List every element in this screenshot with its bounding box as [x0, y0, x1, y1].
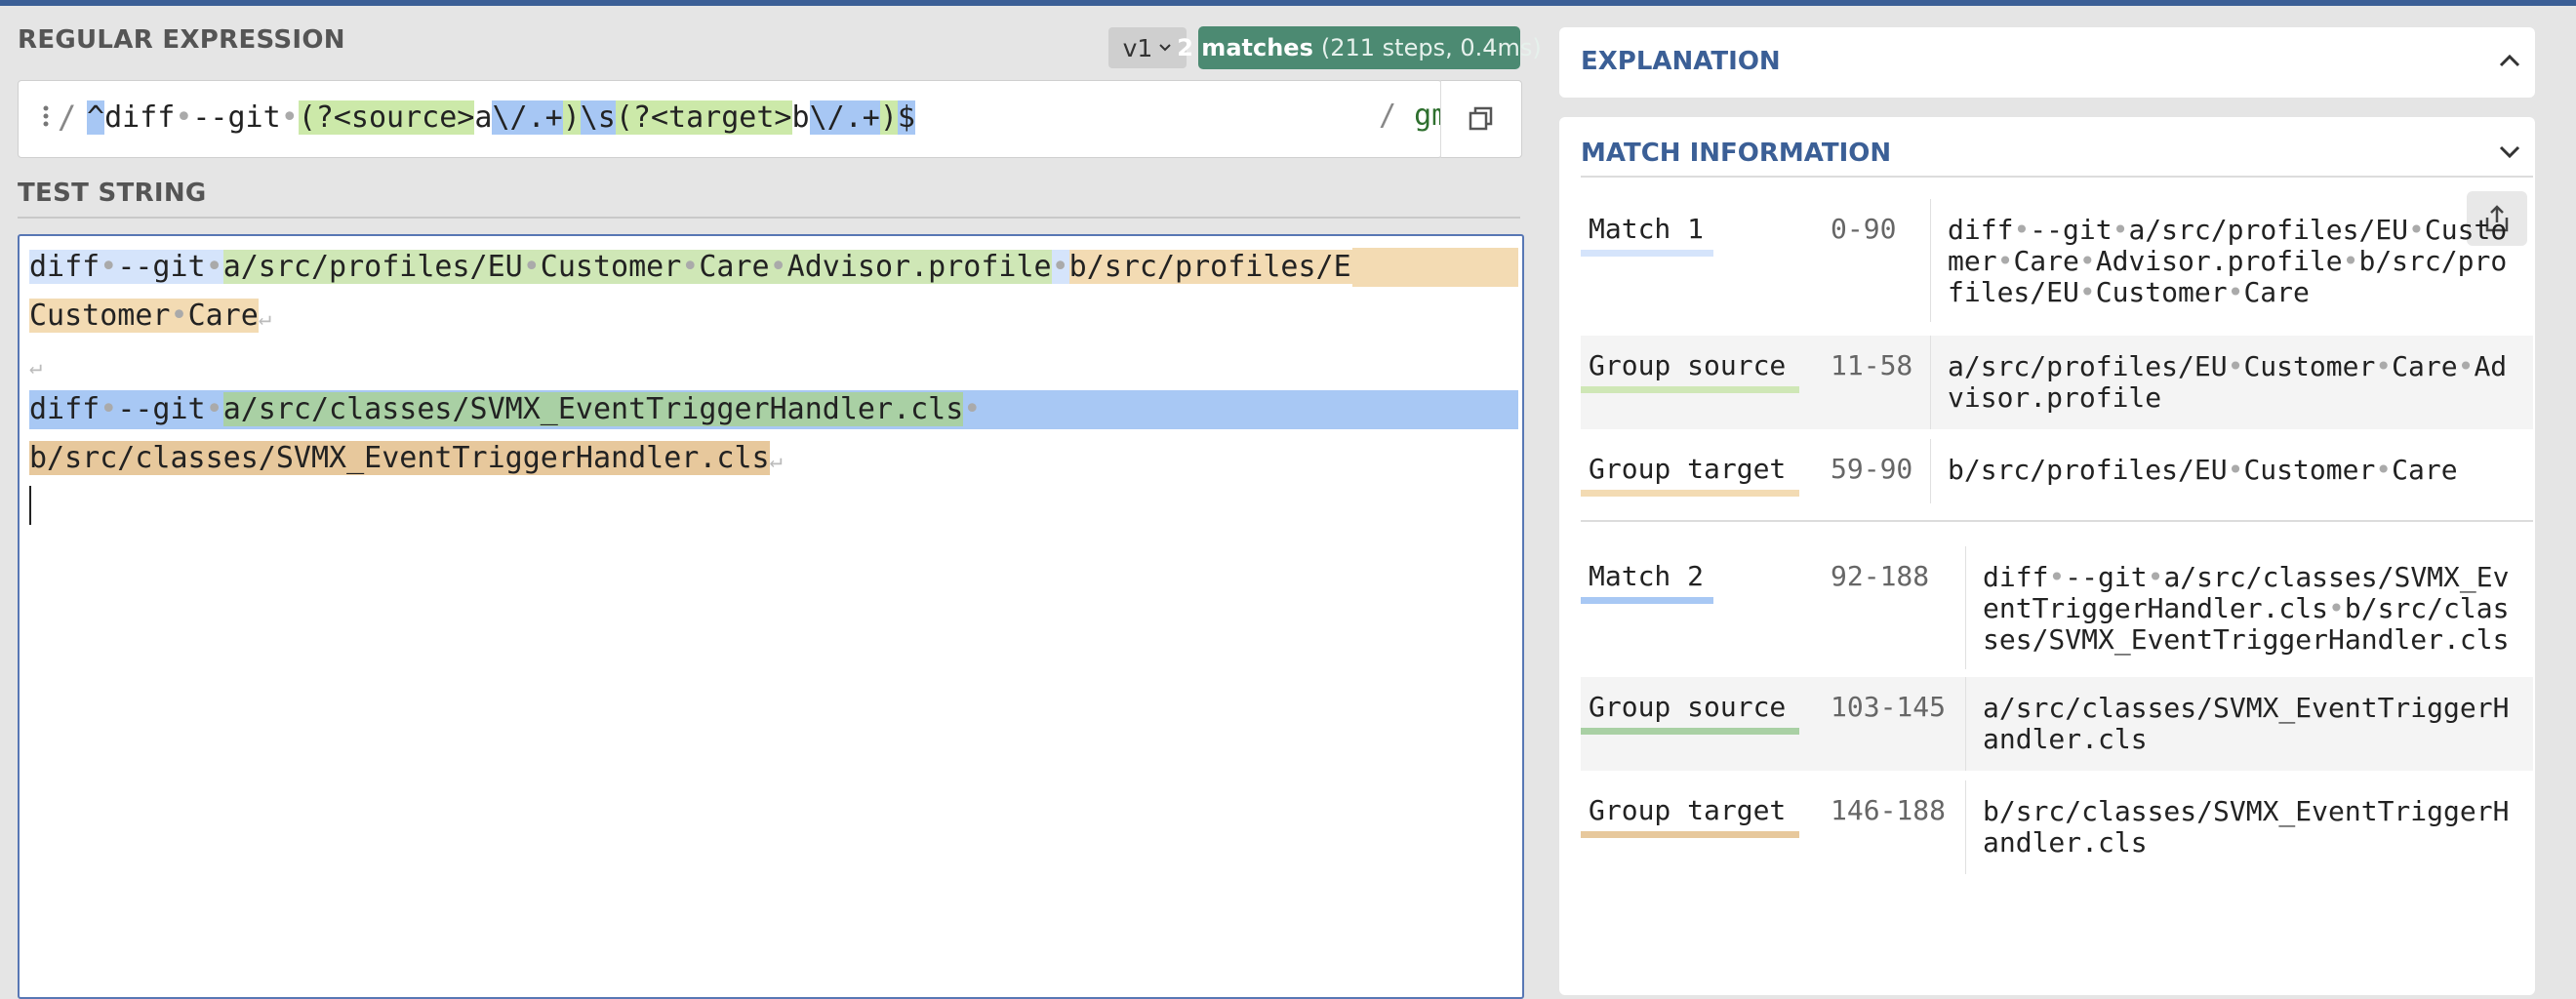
match-count: 2 matches — [1177, 34, 1313, 61]
chevron-down-icon[interactable] — [2498, 144, 2521, 160]
group-name: Group target — [1589, 453, 1787, 485]
regex-input-box[interactable]: / ^diff•--git•(?<source>a\/.+)\s(?<targe… — [18, 80, 1449, 158]
regex-token: \s — [580, 100, 616, 135]
match-value: diff•--git•a/src/classes/SVMX_Ev entTrigg… — [1983, 561, 2510, 656]
regex-flags-group[interactable]: / gm — [1379, 99, 1449, 133]
regex-token: b — [791, 100, 810, 135]
drag-handle-icon[interactable] — [42, 104, 50, 128]
explanation-panel[interactable]: EXPLANATION — [1559, 27, 2535, 98]
group-range: 59-90 — [1831, 453, 1913, 485]
regex-token: a — [474, 100, 493, 135]
column-divider — [1930, 336, 1931, 429]
match-1-target-group: b/src/profiles/EU• — [1068, 250, 1387, 284]
match-info-title: MATCH INFORMATION — [1581, 139, 1892, 168]
group-source-2-color-bar — [1581, 728, 1799, 735]
regex-token: ) — [562, 100, 581, 135]
top-accent-bar — [0, 0, 2576, 6]
test-string-editor[interactable]: diff•--git•a/src/profiles/EU•Customer•Ca… — [18, 234, 1524, 999]
test-line-4: diff•--git•a/src/classes/SVMX_EventTrigg… — [29, 392, 982, 426]
group-range: 103-145 — [1831, 691, 1947, 723]
match-range: 92-188 — [1831, 560, 1930, 592]
copy-icon — [1469, 106, 1493, 131]
group-target-1-color-bar — [1581, 490, 1799, 497]
match-2-color-bar — [1581, 597, 1713, 604]
match-row: Group source 103-145 a/src/classes/SVMX_… — [1581, 677, 2533, 771]
flavor-dropdown[interactable]: v1 — [1108, 27, 1187, 68]
group-range: 11-58 — [1831, 349, 1913, 381]
group-target-2-color-bar — [1581, 831, 1799, 838]
match-count-badge: 2 matches (211 steps, 0.4ms) — [1177, 26, 1542, 69]
group-range: 146-188 — [1831, 794, 1947, 826]
match-1-color-bar — [1581, 250, 1713, 257]
match-name: Match 2 — [1589, 560, 1705, 592]
regex-token: diff — [104, 100, 176, 135]
test-string-divider — [18, 217, 1520, 219]
regex-token: $ — [897, 100, 915, 135]
match-info-divider — [1581, 176, 2533, 178]
test-line-3: ↵ — [29, 345, 42, 384]
group-name: Group source — [1589, 349, 1787, 381]
regex-token: \/ — [492, 100, 528, 135]
regex-token: • — [175, 100, 193, 135]
regex-token: .+ — [844, 100, 880, 135]
regex-token: • — [280, 100, 299, 135]
match-2-target-group: b/src/classes/SVMX_EventTriggerHandler.c… — [29, 441, 770, 475]
explanation-title: EXPLANATION — [1581, 47, 1781, 76]
match-row: Match 1 0-90 diff•--git•a/src/profiles/E… — [1581, 199, 2533, 322]
regex-token: (?<source> — [298, 100, 475, 135]
column-divider — [1930, 439, 1931, 503]
column-divider — [1965, 677, 1966, 771]
regex-section-label: REGULAR EXPRESSION — [18, 25, 345, 55]
column-divider — [1965, 780, 1966, 874]
match-row: Match 2 92-188 diff•--git•a/src/classes/… — [1581, 546, 2533, 669]
regex-token: .+ — [527, 100, 563, 135]
group-value: a/src/profiles/EU•Customer•Care•Ad visor.… — [1948, 350, 2508, 414]
match-separator — [1581, 520, 2533, 522]
match-value: diff•--git•a/src/profiles/EU•Custo mer•Ca… — [1948, 214, 2508, 308]
newline-marker: ↵ — [769, 449, 783, 473]
group-value: b/src/profiles/EU•Customer•Care — [1948, 454, 2458, 486]
group-name: Group target — [1589, 794, 1787, 826]
group-name: Group source — [1589, 691, 1787, 723]
text-caret — [29, 486, 31, 525]
match-stats: (211 steps, 0.4ms) — [1320, 34, 1542, 61]
match-1-target-group-cont: Customer•Care — [29, 299, 259, 333]
chevron-up-icon[interactable] — [2498, 53, 2521, 68]
regex-delimiter-open: / — [58, 99, 77, 136]
match-name: Match 1 — [1589, 213, 1705, 245]
match-row: Group source 11-58 a/src/profiles/EU•Cus… — [1581, 336, 2533, 429]
regex-token: (?<target> — [615, 100, 792, 135]
match-1-source-group: a/src/profiles/EU•Customer•Care•Advisor.… — [222, 250, 1052, 284]
column-divider — [1930, 199, 1931, 322]
match-1-prefix: diff•--git• — [29, 250, 223, 284]
match-2-prefix: diff•--git• — [29, 392, 223, 426]
test-line-5: b/src/classes/SVMX_EventTriggerHandler.c… — [29, 439, 783, 478]
group-value: b/src/classes/SVMX_EventTriggerH andler.c… — [1983, 795, 2510, 859]
test-line-1: diff•--git•a/src/profiles/EU•Customer•Ca… — [29, 248, 1387, 287]
regex-pattern[interactable]: ^diff•--git•(?<source>a\/.+)\s(?<target>… — [87, 99, 915, 138]
group-source-1-color-bar — [1581, 386, 1799, 393]
match-row: Group target 59-90 b/src/profiles/EU•Cus… — [1581, 439, 2533, 503]
regex-token: --git — [192, 100, 281, 135]
chevron-down-icon — [1159, 44, 1172, 52]
group-value: a/src/classes/SVMX_EventTriggerH andler.c… — [1983, 692, 2510, 755]
test-string-label: TEST STRING — [18, 179, 207, 208]
newline-marker: ↵ — [29, 355, 43, 380]
match-2-source-group: a/src/classes/SVMX_EventTriggerHandler.c… — [222, 392, 964, 426]
test-line-2: Customer•Care↵ — [29, 297, 271, 336]
regex-token: ) — [879, 100, 898, 135]
copy-regex-button[interactable] — [1440, 80, 1522, 158]
regex-token: \/ — [809, 100, 845, 135]
column-divider — [1965, 546, 1966, 669]
regex-delimiter-close: / — [1379, 99, 1397, 133]
flavor-label: v1 — [1122, 33, 1153, 62]
match-1-target-wrap-fill — [1352, 248, 1518, 287]
match-row: Group target 146-188 b/src/classes/SVMX_… — [1581, 780, 2533, 874]
regex-token: ^ — [87, 100, 105, 135]
newline-marker: ↵ — [258, 306, 272, 331]
match-range: 0-90 — [1831, 213, 1897, 245]
